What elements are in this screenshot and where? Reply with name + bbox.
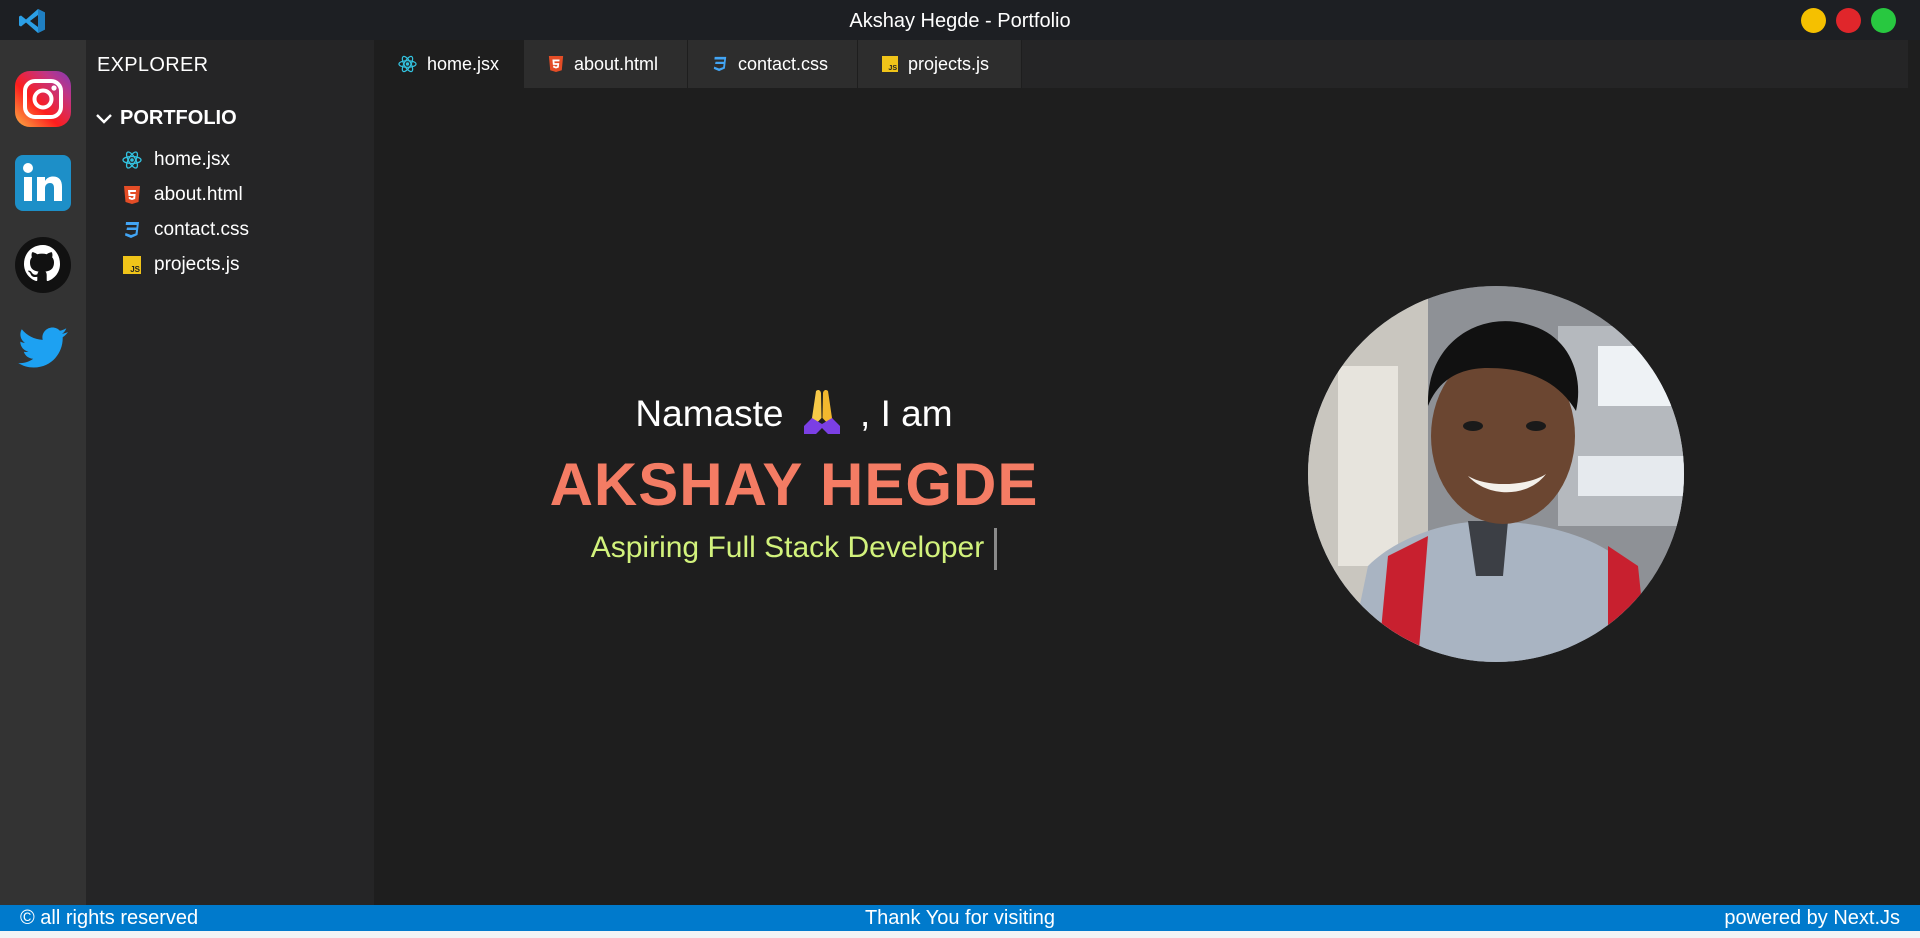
js-icon: JS — [882, 56, 898, 72]
tab-contact-css[interactable]: contact.css — [688, 40, 858, 88]
chevron-down-icon — [96, 113, 112, 124]
folder-portfolio[interactable]: PORTFOLIO — [94, 107, 237, 130]
linkedin-icon[interactable] — [14, 154, 72, 212]
typing-cursor — [994, 528, 998, 570]
folder-label: PORTFOLIO — [120, 107, 237, 129]
status-right: powered by Next.Js — [1724, 907, 1900, 929]
css3-icon — [122, 220, 142, 240]
css3-icon — [713, 56, 727, 72]
hero-name: AKSHAY HEGDE — [549, 451, 1039, 518]
file-label: about.html — [154, 184, 243, 205]
status-center: Thank You for visiting — [864, 907, 1056, 929]
instagram-icon[interactable] — [14, 70, 72, 128]
status-bar: © all rights reserved Thank You for visi… — [0, 905, 1920, 931]
editor-scrollbar[interactable] — [1908, 40, 1920, 905]
maximize-button[interactable] — [1871, 8, 1896, 33]
bottom-edge — [0, 931, 1920, 938]
greeting-text: Namaste — [635, 393, 784, 434]
svg-text:JS: JS — [888, 64, 897, 72]
file-about-html[interactable]: about.html — [122, 184, 243, 206]
react-icon — [398, 55, 417, 73]
explorer-panel: EXPLORER PORTFOLIO home.jsx about.html c… — [86, 40, 374, 905]
github-icon[interactable] — [14, 236, 72, 294]
folded-hands-icon — [803, 389, 840, 434]
activity-bar — [0, 40, 86, 905]
file-home-jsx[interactable]: home.jsx — [122, 149, 230, 171]
hero-role: Aspiring Full Stack Developer — [374, 528, 1214, 570]
svg-text:JS: JS — [130, 265, 140, 274]
tab-label: about.html — [574, 53, 659, 74]
tab-home-jsx[interactable]: home.jsx — [374, 40, 524, 88]
greeting: Namaste , I am — [374, 388, 1214, 435]
editor-area: Namaste , I am AKSHAY HEGDE Aspiring Ful… — [374, 88, 1908, 905]
file-label: projects.js — [154, 254, 240, 275]
title-bar: Akshay Hegde - Portfolio — [0, 0, 1920, 40]
role-text: Aspiring Full Stack Developer — [590, 530, 985, 564]
greeting-text-end: , I am — [860, 393, 953, 434]
tab-bar: home.jsx about.html contact.css JS proje… — [374, 40, 1908, 88]
minimize-button[interactable] — [1801, 8, 1826, 33]
tab-projects-js[interactable]: JS projects.js — [858, 40, 1022, 88]
html5-icon — [548, 56, 564, 72]
tab-about-html[interactable]: about.html — [524, 40, 688, 88]
file-projects-js[interactable]: JS projects.js — [122, 254, 240, 276]
tab-label: contact.css — [738, 53, 829, 74]
profile-photo — [1308, 286, 1684, 662]
file-label: home.jsx — [154, 149, 231, 170]
file-contact-css[interactable]: contact.css — [122, 219, 249, 241]
twitter-icon[interactable] — [14, 320, 72, 378]
close-button[interactable] — [1836, 8, 1861, 33]
tab-label: home.jsx — [426, 53, 499, 74]
explorer-heading: EXPLORER — [97, 54, 209, 76]
window-title: Akshay Hegde - Portfolio — [849, 10, 1071, 32]
js-icon: JS — [122, 255, 142, 275]
html5-icon — [122, 185, 142, 205]
react-icon — [122, 150, 142, 170]
file-label: contact.css — [154, 219, 250, 240]
tab-label: projects.js — [908, 53, 990, 74]
